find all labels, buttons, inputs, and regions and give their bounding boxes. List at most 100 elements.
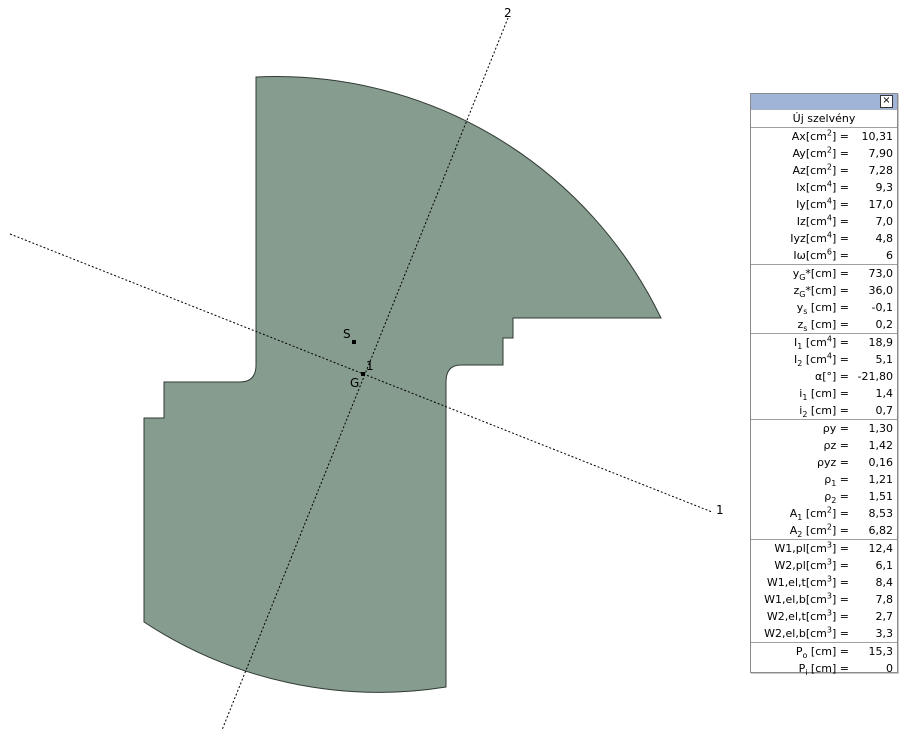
property-label: zs [cm] = <box>797 318 849 334</box>
property-label: Iz[cm4] = <box>796 213 849 228</box>
property-row: Iyz[cm4] = 4,8 <box>751 230 897 247</box>
property-label: W2,pl[cm3] = <box>774 557 849 572</box>
property-label: Iω[cm6] = <box>793 247 849 262</box>
property-value: 5,1 <box>875 353 894 366</box>
property-value: 2,7 <box>875 610 894 623</box>
property-value: 0,2 <box>875 318 894 331</box>
shear-center-point[interactable] <box>352 340 356 344</box>
property-value: -21,80 <box>857 370 893 383</box>
property-value: -0,1 <box>871 301 893 314</box>
property-row: Po [cm] = 15,3 <box>751 643 897 660</box>
property-label: W2,el,t[cm3] = <box>766 608 849 623</box>
property-row: i1 [cm] = 1,4 <box>751 385 897 402</box>
property-value: 4,8 <box>875 232 894 245</box>
property-label: W2,el,b[cm3] = <box>764 625 849 640</box>
property-value: 8,4 <box>875 576 894 589</box>
property-group: Ax[cm2] = 10,31 Ay[cm2] = 7,90 Az[cm2] = 7,28… <box>751 128 897 265</box>
property-row: i2 [cm] = 0,7 <box>751 402 897 419</box>
property-value: 6,1 <box>875 559 894 572</box>
property-row: Ix[cm4] = 9,3 <box>751 179 897 196</box>
close-icon[interactable]: × <box>880 95 893 108</box>
cross-section-shape[interactable] <box>143 76 662 693</box>
property-value: 6 <box>886 249 893 262</box>
property-row: ρ1 = 1,21 <box>751 471 897 488</box>
shear-center-label: S <box>343 327 351 341</box>
property-label: zG*[cm] = <box>793 284 849 300</box>
property-value: 0,16 <box>868 456 894 469</box>
property-label: A2 [cm2] = <box>789 522 849 540</box>
property-label: ρy = <box>822 422 849 435</box>
panel-titlebar[interactable]: × <box>751 94 897 110</box>
property-label: ρz = <box>823 439 849 452</box>
property-row: W1,pl[cm3] = 12,4 <box>751 540 897 557</box>
property-value: 1,51 <box>868 490 894 503</box>
property-row: W2,pl[cm3] = 6,1 <box>751 557 897 574</box>
property-value: 1,30 <box>868 422 894 435</box>
axis-1-label: 1 <box>716 503 724 517</box>
property-label: I2 [cm4] = <box>793 351 849 369</box>
property-label: Iy[cm4] = <box>796 196 849 211</box>
property-value: 73,0 <box>868 267 894 280</box>
property-label: i1 [cm] = <box>799 387 849 403</box>
property-group: Po [cm] = 15,3 Pi [cm] = 0 <box>751 643 897 677</box>
property-label: W1,el,b[cm3] = <box>764 591 849 606</box>
property-label: Ax[cm2] = <box>791 128 849 143</box>
property-row: Iω[cm6] = 6 <box>751 247 897 264</box>
property-row: Iz[cm4] = 7,0 <box>751 213 897 230</box>
property-label: I1 [cm4] = <box>793 334 849 352</box>
property-row: ys [cm] = -0,1 <box>751 299 897 316</box>
property-row: I1 [cm4] = 18,9 <box>751 334 897 351</box>
property-row: W1,el,b[cm3] = 7,8 <box>751 591 897 608</box>
property-value: 10,31 <box>861 130 894 143</box>
property-row: ρ2 = 1,51 <box>751 488 897 505</box>
centroid-label: G <box>350 376 359 390</box>
property-group: W1,pl[cm3] = 12,4 W2,pl[cm3] = 6,1 W1,el,t[c… <box>751 540 897 643</box>
property-row: W1,el,t[cm3] = 8,4 <box>751 574 897 591</box>
property-row: yG*[cm] = 73,0 <box>751 265 897 282</box>
property-row: Iy[cm4] = 17,0 <box>751 196 897 213</box>
property-value: 15,3 <box>868 645 894 658</box>
property-row: ρyz = 0,16 <box>751 454 897 471</box>
property-label: W1,pl[cm3] = <box>774 540 849 555</box>
property-label: Pi [cm] = <box>798 662 849 678</box>
property-row: W2,el,b[cm3] = 3,3 <box>751 625 897 642</box>
property-value: 36,0 <box>868 284 894 297</box>
property-row: ρy = 1,30 <box>751 420 897 437</box>
property-value: 9,3 <box>875 181 894 194</box>
property-value: 6,82 <box>868 524 894 537</box>
property-groups: Ax[cm2] = 10,31 Ay[cm2] = 7,90 Az[cm2] = 7,28… <box>751 128 897 677</box>
property-value: 0,7 <box>875 404 894 417</box>
property-row: Ay[cm2] = 7,90 <box>751 145 897 162</box>
property-label: ρ2 = <box>824 490 849 506</box>
property-label: ρ1 = <box>824 473 849 489</box>
property-value: 1,42 <box>868 439 894 452</box>
property-value: 7,0 <box>875 215 894 228</box>
property-row: zs [cm] = 0,2 <box>751 316 897 333</box>
property-row: I2 [cm4] = 5,1 <box>751 351 897 368</box>
property-label: Po [cm] = <box>795 645 849 661</box>
property-group: ρy = 1,30 ρz = 1,42 ρyz = 0,16 ρ1 = 1,21 ρ2 = 1,5… <box>751 420 897 540</box>
property-row: zG*[cm] = 36,0 <box>751 282 897 299</box>
property-row: A1 [cm2] = 8,53 <box>751 505 897 522</box>
property-value: 0 <box>886 662 893 675</box>
property-row: ρz = 1,42 <box>751 437 897 454</box>
property-label: Ix[cm4] = <box>796 179 849 194</box>
property-value: 7,90 <box>868 147 894 160</box>
property-value: 7,8 <box>875 593 894 606</box>
centroid-point[interactable] <box>361 372 365 376</box>
property-label: i2 [cm] = <box>799 404 849 420</box>
property-label: ρyz = <box>817 456 849 469</box>
property-label: yG*[cm] = <box>792 267 849 283</box>
property-label: Ay[cm2] = <box>792 145 849 160</box>
axis-1-near-label: 1 <box>366 359 374 373</box>
section-name: Új szelvény <box>751 110 897 128</box>
property-value: 8,53 <box>868 507 894 520</box>
property-value: 1,4 <box>875 387 894 400</box>
property-value: 3,3 <box>875 627 894 640</box>
property-label: α[°] = <box>814 370 849 383</box>
property-label: A1 [cm2] = <box>789 505 849 523</box>
property-label: Iyz[cm4] = <box>790 230 849 245</box>
property-group: yG*[cm] = 73,0 zG*[cm] = 36,0 ys [cm] = -0,1 z… <box>751 265 897 334</box>
property-value: 1,21 <box>868 473 894 486</box>
property-value: 18,9 <box>868 336 894 349</box>
